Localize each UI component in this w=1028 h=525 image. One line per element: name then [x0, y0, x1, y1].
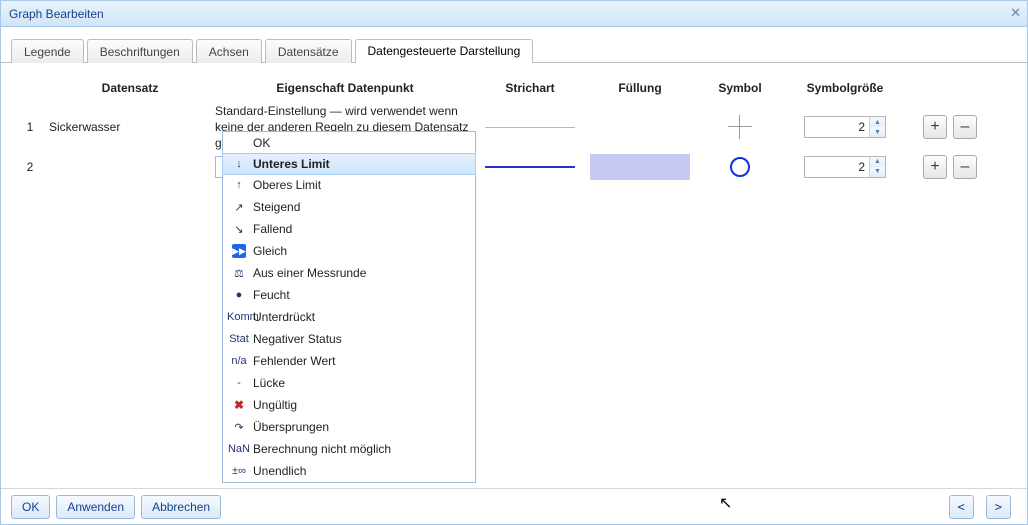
dropdown-item-icon: NaN	[227, 443, 251, 455]
dropdown-item[interactable]: ✖Ungültig	[223, 394, 475, 416]
dropdown-item-label: Feucht	[251, 288, 290, 302]
col-symbol: Symbol	[695, 81, 785, 95]
symbol-sample[interactable]	[695, 157, 785, 177]
fill-sample[interactable]	[585, 154, 695, 180]
row-datensatz: Sickerwasser	[45, 120, 215, 134]
dropdown-item[interactable]: KommUnterdrückt	[223, 306, 475, 328]
tab-datensaetze[interactable]: Datensätze	[265, 39, 352, 63]
spin-down-icon[interactable]: ▼	[870, 167, 885, 177]
circle-symbol-icon	[730, 157, 750, 177]
dropdown-item-label: Übersprungen	[251, 420, 329, 434]
dropdown-item-icon: ↗	[227, 201, 251, 214]
add-row-button[interactable]: +	[923, 115, 947, 139]
dropdown-item[interactable]: StatNegativer Status	[223, 328, 475, 350]
dropdown-item-icon: ⚖	[227, 267, 251, 280]
add-row-button[interactable]: +	[923, 155, 947, 179]
dropdown-item-label: Ungültig	[251, 398, 297, 412]
dropdown-item-icon: ↘	[227, 223, 251, 236]
row-index: 1	[15, 120, 45, 134]
cancel-button[interactable]: Abbrechen	[141, 495, 221, 519]
tab-legende[interactable]: Legende	[11, 39, 84, 63]
spin-up-icon[interactable]: ▲	[870, 157, 885, 167]
dropdown-item-label: Fehlender Wert	[251, 354, 335, 368]
dialog-graph-edit: Graph Bearbeiten ✕ Legende Beschriftunge…	[0, 0, 1028, 525]
dropdown-item[interactable]: ↷Übersprungen	[223, 416, 475, 438]
remove-row-button[interactable]: –	[953, 115, 977, 139]
dropdown-item[interactable]: n/aFehlender Wert	[223, 350, 475, 372]
apply-button[interactable]: Anwenden	[56, 495, 135, 519]
symbol-size-input[interactable]	[815, 160, 869, 174]
dropdown-item-label: Lücke	[251, 376, 285, 390]
remove-row-button[interactable]: –	[953, 155, 977, 179]
stroke-sample[interactable]	[475, 166, 585, 168]
data-row-1: 1 Sickerwasser Standard-Einstellung — wi…	[15, 103, 1013, 152]
dropdown-item[interactable]: -Lücke	[223, 372, 475, 394]
dropdown-item-label: Aus einer Messrunde	[251, 266, 366, 280]
symbol-size-spinner[interactable]: ▲▼	[804, 116, 886, 138]
dropdown-item-label: Fallend	[251, 222, 292, 236]
tabstrip: Legende Beschriftungen Achsen Datensätze…	[1, 35, 1027, 63]
dropdown-item[interactable]: ↗Steigend	[223, 196, 475, 218]
dropdown-item-icon: Stat	[227, 333, 251, 345]
tab-achsen[interactable]: Achsen	[196, 39, 262, 63]
dropdown-item-label: Unteres Limit	[251, 157, 330, 171]
dropdown-item[interactable]: ⚖Aus einer Messrunde	[223, 262, 475, 284]
dropdown-item[interactable]: ▶▶Gleich	[223, 240, 475, 262]
property-dropdown[interactable]: OK↓Unteres Limit↑Oberes Limit↗Steigend↘F…	[222, 131, 476, 483]
dropdown-item-label: Oberes Limit	[251, 178, 321, 192]
next-button[interactable]: >	[986, 495, 1011, 519]
col-symbolgroesse: Symbolgröße	[785, 81, 905, 95]
dropdown-item-label: Unendlich	[251, 464, 306, 478]
dropdown-item-icon: ↑	[227, 179, 251, 191]
dropdown-item-icon: ✖	[227, 398, 251, 412]
dropdown-item-label: Berechnung nicht möglich	[251, 442, 391, 456]
row-index: 2	[15, 160, 45, 174]
ok-button[interactable]: OK	[11, 495, 50, 519]
dropdown-item-label: Unterdrückt	[251, 310, 315, 324]
plus-symbol-icon	[728, 115, 752, 139]
spin-down-icon[interactable]: ▼	[870, 127, 885, 137]
dropdown-item[interactable]: ±∞Unendlich	[223, 460, 475, 482]
dropdown-item-icon: -	[227, 377, 251, 389]
dropdown-item-icon: ±∞	[227, 465, 251, 477]
symbol-sample[interactable]	[695, 115, 785, 139]
tab-datengesteuert[interactable]: Datengesteuerte Darstellung	[355, 39, 534, 63]
dialog-footer: OK Anwenden Abbrechen < >	[1, 488, 1027, 524]
grid-header: Datensatz Eigenschaft Datenpunkt Stricha…	[15, 73, 1013, 103]
dropdown-item-label: Gleich	[251, 244, 287, 258]
dropdown-item-icon: n/a	[227, 355, 251, 367]
col-eigenschaft: Eigenschaft Datenpunkt	[215, 81, 475, 95]
col-fuellung: Füllung	[585, 81, 695, 95]
dropdown-item[interactable]: NaNBerechnung nicht möglich	[223, 438, 475, 460]
col-strichart: Strichart	[475, 81, 585, 95]
tab-beschriftungen[interactable]: Beschriftungen	[87, 39, 193, 63]
prev-button[interactable]: <	[949, 495, 974, 519]
dropdown-item[interactable]: OK	[223, 132, 475, 154]
dropdown-item[interactable]: ↑Oberes Limit	[223, 174, 475, 196]
dropdown-item-label: OK	[251, 136, 270, 150]
dropdown-item-label: Negativer Status	[251, 332, 342, 346]
data-row-2: 2 ↓ Unteres Limit ▲▼ + –	[15, 152, 1013, 182]
dropdown-item[interactable]: ●Feucht	[223, 284, 475, 306]
dropdown-item[interactable]: ↓Unteres Limit	[222, 153, 476, 175]
stroke-sample[interactable]	[475, 127, 585, 128]
dropdown-item-icon: ●	[227, 289, 251, 301]
dropdown-item-icon: ↷	[227, 421, 251, 434]
col-datensatz: Datensatz	[45, 81, 215, 95]
close-icon[interactable]: ✕	[1010, 5, 1021, 21]
symbol-size-input[interactable]	[815, 120, 869, 134]
dropdown-item-icon: ▶▶	[227, 244, 251, 258]
dropdown-item[interactable]: ↘Fallend	[223, 218, 475, 240]
dropdown-item-label: Steigend	[251, 200, 300, 214]
dialog-title: Graph Bearbeiten	[9, 7, 104, 21]
dropdown-item-icon: Komm	[227, 311, 251, 323]
tab-content: Datensatz Eigenschaft Datenpunkt Stricha…	[1, 63, 1027, 483]
symbol-size-spinner[interactable]: ▲▼	[804, 156, 886, 178]
spin-up-icon[interactable]: ▲	[870, 117, 885, 127]
dropdown-item-icon: ↓	[227, 158, 251, 170]
titlebar: Graph Bearbeiten ✕	[1, 1, 1027, 27]
